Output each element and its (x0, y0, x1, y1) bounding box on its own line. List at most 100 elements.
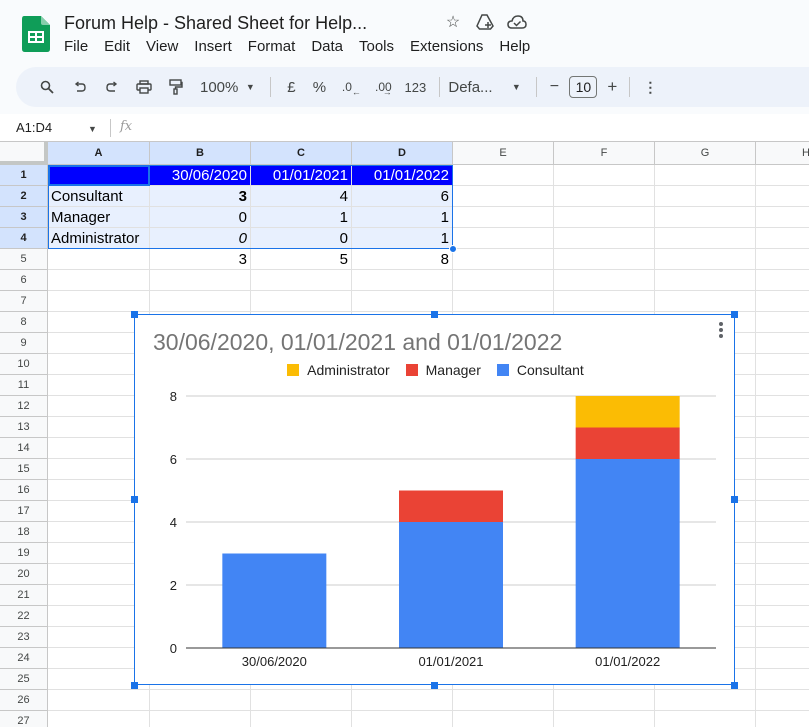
cell-h25[interactable] (756, 669, 809, 690)
chart-menu-icon[interactable] (718, 321, 724, 339)
resize-handle-left[interactable] (131, 496, 138, 503)
cell-g3[interactable] (655, 207, 756, 228)
row-header-17[interactable]: 17 (0, 501, 48, 522)
column-header-f[interactable]: F (554, 142, 655, 165)
cell-d2[interactable]: 6 (352, 186, 453, 207)
menu-insert[interactable]: Insert (194, 38, 238, 55)
cell-c7[interactable] (251, 291, 352, 312)
cell-c1[interactable]: 01/01/2021 (251, 165, 352, 186)
row-header-7[interactable]: 7 (0, 291, 48, 312)
legend-item-consultant[interactable]: Consultant (496, 362, 584, 378)
row-header-2[interactable]: 2 (0, 186, 48, 207)
font-select[interactable]: Defa... (448, 73, 504, 101)
cell-e1[interactable] (453, 165, 554, 186)
cell-f27[interactable] (554, 711, 655, 727)
resize-handle-bottom[interactable] (431, 682, 438, 689)
cell-d7[interactable] (352, 291, 453, 312)
cell-d4[interactable]: 1 (352, 228, 453, 249)
cell-d26[interactable] (352, 690, 453, 711)
cell-h6[interactable] (756, 270, 809, 291)
cell-c5[interactable]: 5 (251, 249, 352, 270)
row-header-18[interactable]: 18 (0, 522, 48, 543)
cell-h18[interactable] (756, 522, 809, 543)
cell-h24[interactable] (756, 648, 809, 669)
cell-f4[interactable] (554, 228, 655, 249)
column-header-g[interactable]: G (655, 142, 756, 165)
name-box[interactable]: A1:D4 (16, 120, 52, 135)
cell-h12[interactable] (756, 396, 809, 417)
cell-d5[interactable]: 8 (352, 249, 453, 270)
more-formats-button[interactable]: 123 (399, 73, 431, 101)
cell-b6[interactable] (150, 270, 251, 291)
resize-handle-right[interactable] (731, 496, 738, 503)
menu-extensions[interactable]: Extensions (410, 38, 489, 55)
row-header-11[interactable]: 11 (0, 375, 48, 396)
row-header-23[interactable]: 23 (0, 627, 48, 648)
cell-e2[interactable] (453, 186, 554, 207)
undo-icon[interactable] (64, 73, 96, 101)
cell-g1[interactable] (655, 165, 756, 186)
cell-g27[interactable] (655, 711, 756, 727)
row-header-27[interactable]: 27 (0, 711, 48, 727)
row-header-25[interactable]: 25 (0, 669, 48, 690)
cell-c26[interactable] (251, 690, 352, 711)
cell-e3[interactable] (453, 207, 554, 228)
cell-f26[interactable] (554, 690, 655, 711)
star-icon[interactable]: ☆ (443, 12, 463, 32)
cell-b27[interactable] (150, 711, 251, 727)
column-header-d[interactable]: D (352, 142, 453, 165)
cell-c6[interactable] (251, 270, 352, 291)
cell-a4[interactable]: Administrator (48, 228, 150, 249)
select-all-corner[interactable] (0, 142, 48, 165)
menu-view[interactable]: View (146, 38, 184, 55)
cell-h3[interactable] (756, 207, 809, 228)
cell-g26[interactable] (655, 690, 756, 711)
cell-g4[interactable] (655, 228, 756, 249)
cell-b7[interactable] (150, 291, 251, 312)
document-title[interactable]: Forum Help - Shared Sheet for Help... (64, 13, 367, 34)
zoom-select[interactable]: 100% (200, 73, 238, 101)
cell-h21[interactable] (756, 585, 809, 606)
row-header-1[interactable]: 1 (0, 165, 48, 186)
row-header-15[interactable]: 15 (0, 459, 48, 480)
cell-h26[interactable] (756, 690, 809, 711)
cell-h11[interactable] (756, 375, 809, 396)
resize-handle-top-left[interactable] (131, 311, 138, 318)
cell-h15[interactable] (756, 459, 809, 480)
legend-item-administrator[interactable]: Administrator (287, 362, 390, 378)
cell-h23[interactable] (756, 627, 809, 648)
cell-h17[interactable] (756, 501, 809, 522)
legend-item-manager[interactable]: Manager (405, 362, 481, 378)
cell-b5[interactable]: 3 (150, 249, 251, 270)
column-header-e[interactable]: E (453, 142, 554, 165)
cell-h27[interactable] (756, 711, 809, 727)
cell-d1[interactable]: 01/01/2022 (352, 165, 453, 186)
sheets-logo-icon[interactable] (22, 16, 50, 52)
cell-a26[interactable] (48, 690, 150, 711)
cell-d3[interactable]: 1 (352, 207, 453, 228)
cell-e6[interactable] (453, 270, 554, 291)
cell-c2[interactable]: 4 (251, 186, 352, 207)
row-header-5[interactable]: 5 (0, 249, 48, 270)
paint-format-icon[interactable] (160, 73, 192, 101)
row-header-19[interactable]: 19 (0, 543, 48, 564)
cell-a27[interactable] (48, 711, 150, 727)
cell-g7[interactable] (655, 291, 756, 312)
cell-f2[interactable] (554, 186, 655, 207)
resize-handle-top[interactable] (431, 311, 438, 318)
cell-h2[interactable] (756, 186, 809, 207)
column-header-a[interactable]: A (48, 142, 150, 165)
row-header-8[interactable]: 8 (0, 312, 48, 333)
cell-b4[interactable]: 0 (150, 228, 251, 249)
cell-h22[interactable] (756, 606, 809, 627)
cell-a7[interactable] (48, 291, 150, 312)
font-dropdown-icon[interactable]: ▼ (504, 73, 528, 101)
cell-h16[interactable] (756, 480, 809, 501)
cell-b3[interactable]: 0 (150, 207, 251, 228)
column-header-h[interactable]: H (756, 142, 809, 165)
cell-a2[interactable]: Consultant (48, 186, 150, 207)
cell-e4[interactable] (453, 228, 554, 249)
cell-h20[interactable] (756, 564, 809, 585)
format-currency-button[interactable]: £ (279, 73, 303, 101)
cell-c3[interactable]: 1 (251, 207, 352, 228)
